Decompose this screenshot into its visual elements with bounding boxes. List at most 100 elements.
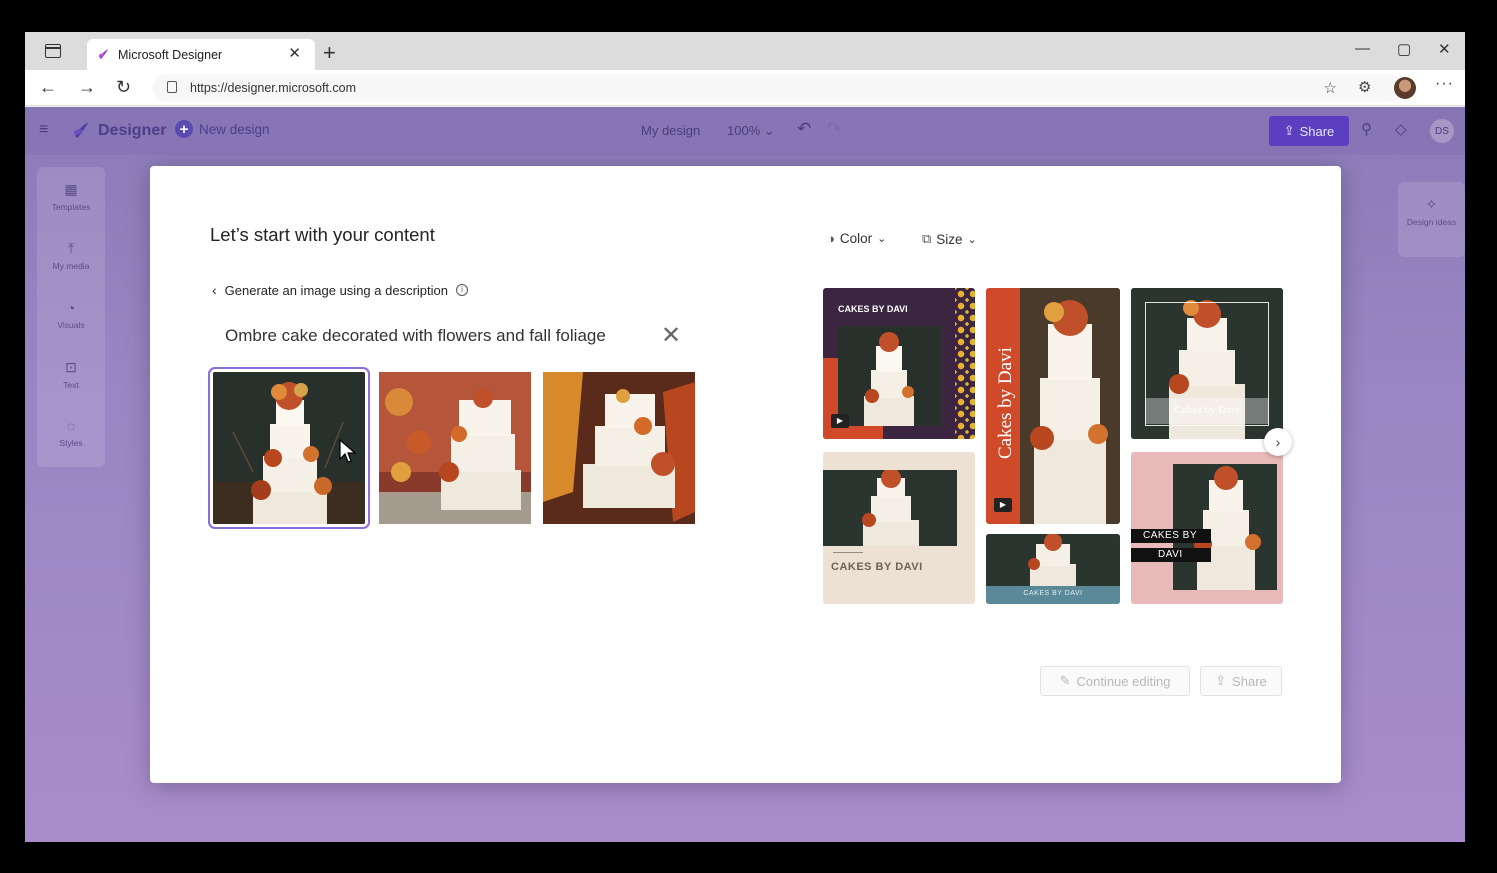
- template-text: DAVI: [1158, 549, 1183, 560]
- redo-icon[interactable]: ↷: [827, 119, 841, 139]
- dot-pattern: [955, 288, 975, 439]
- design-name[interactable]: My design: [641, 123, 700, 138]
- app-toolbar: ≡ Designer + New design My design 100% ⌄…: [25, 107, 1465, 155]
- plus-icon: +: [175, 120, 193, 138]
- info-icon[interactable]: i: [455, 284, 468, 296]
- clear-prompt-icon[interactable]: ✕: [661, 321, 681, 350]
- left-tool-rail: ▦ Templates ⤒ My media ◔ Visuals ⊡ Text …: [37, 167, 105, 467]
- shapes-icon: ◔: [66, 300, 76, 316]
- share-button[interactable]: ⇪ Share: [1269, 116, 1349, 146]
- browser-tab-bar: Microsoft Designer ✕ + — ▢ ✕: [25, 32, 1465, 70]
- generated-image-2[interactable]: [379, 372, 531, 524]
- url-text: https://designer.microsoft.com: [190, 81, 357, 95]
- palette-icon: ◌: [66, 418, 76, 434]
- rail-item-text[interactable]: ⊡ Text: [37, 359, 105, 390]
- rail-item-styles[interactable]: ◌ Styles: [37, 418, 105, 448]
- browser-tab[interactable]: Microsoft Designer ✕: [87, 39, 315, 70]
- designer-logo-icon: [74, 122, 89, 138]
- templates-icon: ▦: [64, 181, 78, 197]
- browser-window: Microsoft Designer ✕ + — ▢ ✕ ← → ↻ https…: [25, 32, 1465, 842]
- template-text: CAKES BY DAVI: [838, 304, 908, 314]
- continue-editing-label: Continue editing: [1076, 673, 1171, 689]
- share-label: Share: [1299, 123, 1335, 139]
- back-icon[interactable]: ←: [39, 77, 57, 98]
- template-text: CAKES BY DAVI: [1023, 590, 1083, 597]
- undo-icon[interactable]: ↶: [797, 119, 811, 139]
- forward-icon[interactable]: →: [78, 77, 96, 98]
- cake-image: [823, 470, 957, 546]
- share-dialog-button[interactable]: ⇪ Share: [1200, 666, 1282, 696]
- new-design-label: New design: [199, 121, 270, 137]
- extensions-icon[interactable]: ⚙: [1358, 78, 1371, 96]
- palette-icon: ◑: [827, 231, 835, 246]
- dialog-title: Let’s start with your content: [210, 224, 435, 245]
- favorites-icon[interactable]: ☆: [1324, 79, 1337, 97]
- prompt-input[interactable]: Ombre cake decorated with flowers and fa…: [225, 326, 606, 346]
- designer-logo-icon: [99, 49, 109, 59]
- tab-actions-icon[interactable]: [45, 44, 61, 58]
- tab-title: Microsoft Designer: [118, 48, 223, 62]
- zoom-dropdown[interactable]: 100% ⌄: [727, 123, 775, 139]
- tab-close-icon[interactable]: ✕: [288, 44, 301, 62]
- design-template-6[interactable]: CAKES BY DAVI: [1131, 452, 1283, 604]
- color-filter-label: Color: [839, 231, 873, 246]
- notifications-icon[interactable]: ◇: [1395, 120, 1407, 138]
- rail-item-label: Text: [63, 380, 79, 390]
- more-options-icon[interactable]: ···: [1435, 75, 1454, 93]
- template-text: Cakes by Davi: [1174, 404, 1240, 416]
- collaborate-icon[interactable]: ⚲: [1361, 120, 1372, 138]
- menu-icon[interactable]: ≡: [39, 121, 48, 139]
- rail-item-my-media[interactable]: ⤒ My media: [37, 240, 105, 271]
- design-template-4[interactable]: CAKES BY DAVI: [823, 452, 975, 604]
- video-icon: ▶: [831, 414, 849, 428]
- size-filter-dropdown[interactable]: ⧉ Size ⌄: [922, 231, 977, 247]
- zoom-value: 100%: [727, 123, 761, 138]
- chevron-left-icon: ‹: [212, 282, 217, 298]
- new-tab-button[interactable]: +: [323, 40, 336, 66]
- user-avatar[interactable]: DS: [1430, 119, 1454, 143]
- design-template-2[interactable]: Cakes by Davi ▶: [986, 288, 1120, 524]
- back-link-label: Generate an image using a description: [224, 282, 448, 298]
- profile-avatar[interactable]: [1394, 77, 1416, 99]
- share-icon: ⇪: [1215, 673, 1227, 688]
- minimize-icon[interactable]: —: [1355, 40, 1370, 57]
- rail-item-label: Styles: [59, 438, 83, 448]
- resize-icon: ⧉: [922, 231, 932, 246]
- color-filter-dropdown[interactable]: ◑ Color ⌄: [827, 231, 886, 246]
- share-icon: ⇪: [1283, 123, 1295, 138]
- new-design-button[interactable]: + New design: [175, 120, 270, 138]
- template-text: CAKES BY: [1143, 530, 1198, 541]
- next-templates-button[interactable]: ›: [1264, 428, 1292, 456]
- sparkle-icon: ✧: [1425, 196, 1438, 212]
- pencil-icon: ✎: [1059, 673, 1071, 688]
- rail-item-label: Visuals: [57, 320, 85, 330]
- maximize-icon[interactable]: ▢: [1397, 40, 1411, 58]
- template-text: CAKES BY DAVI: [831, 561, 923, 573]
- generated-image-3[interactable]: [543, 372, 695, 524]
- template-text: Cakes by Davi: [995, 347, 1016, 459]
- refresh-icon[interactable]: ↻: [116, 77, 131, 98]
- rail-item-templates[interactable]: ▦ Templates: [37, 181, 105, 212]
- chevron-down-icon: ⌄: [877, 233, 887, 245]
- upload-icon: ⤒: [67, 240, 75, 256]
- design-ideas-panel-button[interactable]: ✧ Design ideas: [1398, 182, 1465, 257]
- design-template-1[interactable]: CAKES BY DAVI ▶: [823, 288, 975, 439]
- rail-item-label: Templates: [51, 202, 91, 212]
- design-template-5[interactable]: CAKES BY DAVI: [986, 534, 1120, 604]
- cake-image: [379, 372, 531, 524]
- cake-image: [838, 326, 941, 426]
- continue-editing-button[interactable]: ✎ Continue editing: [1040, 666, 1190, 696]
- content-dialog: Let’s start with your content ‹ Generate…: [150, 166, 1341, 783]
- cake-image: [543, 372, 695, 524]
- chevron-down-icon: ⌄: [967, 233, 977, 246]
- video-icon: ▶: [994, 498, 1012, 512]
- back-link[interactable]: ‹ Generate an image using a description …: [212, 282, 468, 298]
- rail-item-visuals[interactable]: ◔ Visuals: [37, 300, 105, 330]
- chevron-down-icon: ⌄: [763, 123, 775, 138]
- divider: [833, 552, 863, 553]
- close-window-icon[interactable]: ✕: [1438, 40, 1451, 58]
- url-field[interactable]: https://designer.microsoft.com ☆: [153, 74, 1403, 102]
- design-template-3[interactable]: Cakes by Davi: [1131, 288, 1283, 439]
- cake-image: [1020, 288, 1120, 524]
- rail-item-label: My media: [52, 261, 90, 271]
